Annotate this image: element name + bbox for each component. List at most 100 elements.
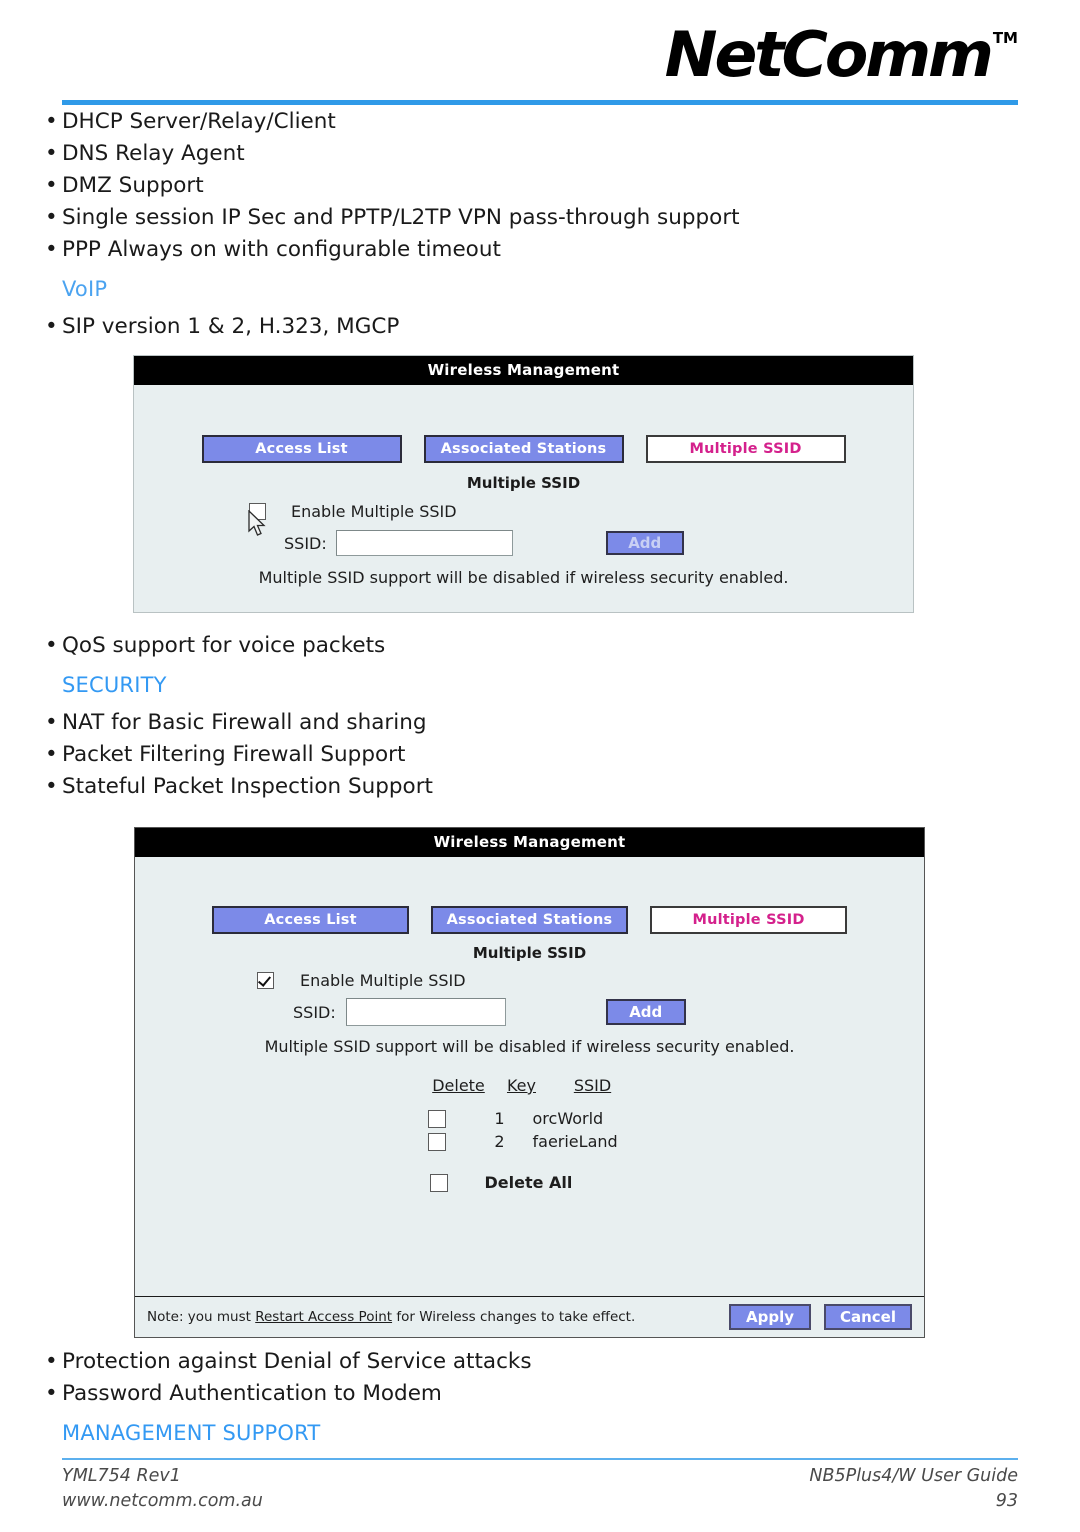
management-section: • Protection against Denial of Service at… <box>0 1346 1080 1449</box>
list-item-label: DNS Relay Agent <box>62 141 245 166</box>
tab-access-list-label: Access List <box>255 440 348 457</box>
security-bullet-list: • NAT for Basic Firewall and sharing • Pac… <box>0 707 1080 803</box>
apply-button[interactable]: Apply <box>729 1304 811 1330</box>
tab-associated-stations[interactable]: Associated Stations <box>423 435 624 463</box>
tab-row: Access List Associated Stations Multiple… <box>135 857 924 934</box>
tab-associated-stations[interactable]: Associated Stations <box>431 906 628 934</box>
delete-all-row: Delete All <box>135 1173 924 1192</box>
bullet-icon: • <box>45 205 58 230</box>
list-item: • PPP Always on with configurable timeout <box>0 234 1080 266</box>
column-header-delete: Delete <box>432 1076 485 1095</box>
footer-page-number: 93 <box>995 1491 1018 1511</box>
list-item: • DMZ Support <box>0 170 1080 202</box>
tab-access-list[interactable]: Access List <box>201 435 402 463</box>
intro-bullet-list: • DHCP Server/Relay/Client • DNS Relay Age… <box>0 106 1080 266</box>
row-delete-checkbox[interactable] <box>427 1109 446 1128</box>
row-delete-checkbox[interactable] <box>427 1132 446 1151</box>
add-button[interactable]: Add <box>605 999 686 1025</box>
list-item-label: QoS support for voice packets <box>62 633 386 658</box>
panel-subtitle: Multiple SSID <box>466 474 581 492</box>
delete-all-checkbox[interactable] <box>429 1173 448 1192</box>
netcomm-logo: NetComm TM <box>665 22 1018 96</box>
ssid-field-label: SSID: <box>284 533 327 553</box>
footer-guide-title: NB5Plus4/W User Guide <box>809 1466 1018 1486</box>
bullet-icon: • <box>45 237 58 262</box>
ssid-input[interactable] <box>345 998 506 1026</box>
panel-action-bar: Note: you must Restart Access Point for … <box>135 1296 924 1337</box>
tab-multiple-ssid[interactable]: Multiple SSID <box>645 435 846 463</box>
footer-left: YML754 Rev1 www.netcomm.com.au <box>62 1464 263 1514</box>
row-key: 1 <box>494 1109 505 1128</box>
restart-note-prefix: Note: you must <box>147 1309 256 1325</box>
panel-subtitle: Multiple SSID <box>472 944 587 962</box>
bullet-icon: • <box>45 314 58 339</box>
bullet-icon: • <box>45 141 58 166</box>
tab-row: Access List Associated Stations Multiple… <box>134 385 913 463</box>
list-item: • Protection against Denial of Service at… <box>0 1346 1080 1378</box>
wireless-management-screenshot-2: Wireless Management Access List Associat… <box>134 827 925 1338</box>
mouse-cursor-icon <box>248 510 266 536</box>
tab-access-list[interactable]: Access List <box>212 906 409 934</box>
security-bullet-list-after: • Protection against Denial of Service at… <box>0 1346 1080 1410</box>
column-header-key: Key <box>506 1076 536 1095</box>
delete-all-label: Delete All <box>484 1173 573 1192</box>
ssid-table-body: 1 orcWorld 2 faerieLand Delete All <box>135 1109 924 1192</box>
bullet-icon: • <box>45 173 58 198</box>
header-rule <box>62 100 1018 105</box>
list-item-label: Stateful Packet Inspection Support <box>62 774 433 799</box>
add-button[interactable]: Add <box>605 531 684 555</box>
multiple-ssid-note: Multiple SSID support will be disabled i… <box>264 1037 795 1056</box>
table-row: 1 orcWorld <box>135 1109 924 1128</box>
voip-bullet-list-after: • QoS support for voice packets <box>0 630 1080 662</box>
bullet-icon: • <box>45 1349 58 1374</box>
list-item: • QoS support for voice packets <box>0 630 1080 662</box>
enable-multiple-ssid-label: Enable Multiple SSID <box>300 971 466 990</box>
section-heading-security: SECURITY <box>62 673 167 697</box>
row-ssid: orcWorld <box>532 1109 604 1128</box>
list-item-label: DMZ Support <box>62 173 204 198</box>
list-item: • Packet Filtering Firewall Support <box>0 739 1080 771</box>
ssid-input[interactable] <box>335 530 513 556</box>
list-item-label: Single session IP Sec and PPTP/L2TP VPN … <box>62 205 740 230</box>
section-heading-management-support: MANAGEMENT SUPPORT <box>62 1421 321 1445</box>
footer-rule <box>62 1457 1018 1460</box>
voip-bullet-list: • SIP version 1 & 2, H.323, MGCP <box>0 311 1080 343</box>
add-button-label: Add <box>628 534 662 552</box>
column-header-ssid: SSID <box>573 1076 612 1095</box>
list-item-label: Protection against Denial of Service att… <box>62 1349 532 1374</box>
ssid-field-label: SSID: <box>293 1002 336 1022</box>
list-item-label: SIP version 1 & 2, H.323, MGCP <box>62 314 400 339</box>
section-heading-voip: VoIP <box>62 277 108 301</box>
tab-multiple-ssid[interactable]: Multiple SSID <box>650 906 847 934</box>
bullet-icon: • <box>45 742 58 767</box>
restart-note: Note: you must Restart Access Point for … <box>147 1309 635 1325</box>
netcomm-logo-wordmark: NetComm <box>664 18 994 91</box>
restart-access-point-link[interactable]: Restart Access Point <box>255 1309 392 1325</box>
restart-note-suffix: for Wireless changes to take effect. <box>392 1309 636 1325</box>
list-item-label: PPP Always on with configurable timeout <box>62 237 501 262</box>
apply-button-label: Apply <box>745 1308 794 1326</box>
tab-multiple-ssid-label: Multiple SSID <box>689 440 802 457</box>
list-item-label: Packet Filtering Firewall Support <box>62 742 406 767</box>
row-key: 2 <box>494 1132 505 1151</box>
list-item: • DHCP Server/Relay/Client <box>0 106 1080 138</box>
tab-associated-stations-label: Associated Stations <box>446 911 613 928</box>
tab-associated-stations-label: Associated Stations <box>440 440 607 457</box>
tab-multiple-ssid-label: Multiple SSID <box>692 911 805 928</box>
footer-website: www.netcomm.com.au <box>62 1491 263 1511</box>
cancel-button[interactable]: Cancel <box>824 1304 912 1330</box>
bullet-icon: • <box>45 109 58 134</box>
ssid-input-row: SSID: Add <box>135 998 924 1026</box>
ssid-table-header: Delete Key SSID <box>135 1076 924 1095</box>
list-item-label: Password Authentication to Modem <box>62 1381 442 1406</box>
page-footer: YML754 Rev1 www.netcomm.com.au NB5Plus4/… <box>62 1464 1018 1514</box>
panel-titlebar: Wireless Management <box>134 356 913 385</box>
multiple-ssid-note: Multiple SSID support will be disabled i… <box>258 568 789 587</box>
list-item-label: NAT for Basic Firewall and sharing <box>62 710 427 735</box>
footer-doc-id: YML754 Rev1 <box>62 1466 181 1486</box>
list-item: • Single session IP Sec and PPTP/L2TP VPN… <box>0 202 1080 234</box>
enable-multiple-ssid-checkbox[interactable] <box>257 972 274 989</box>
row-ssid: faerieLand <box>532 1132 618 1151</box>
security-section: • QoS support for voice packets SECURITY … <box>0 630 1080 803</box>
list-item-label: DHCP Server/Relay/Client <box>62 109 336 134</box>
